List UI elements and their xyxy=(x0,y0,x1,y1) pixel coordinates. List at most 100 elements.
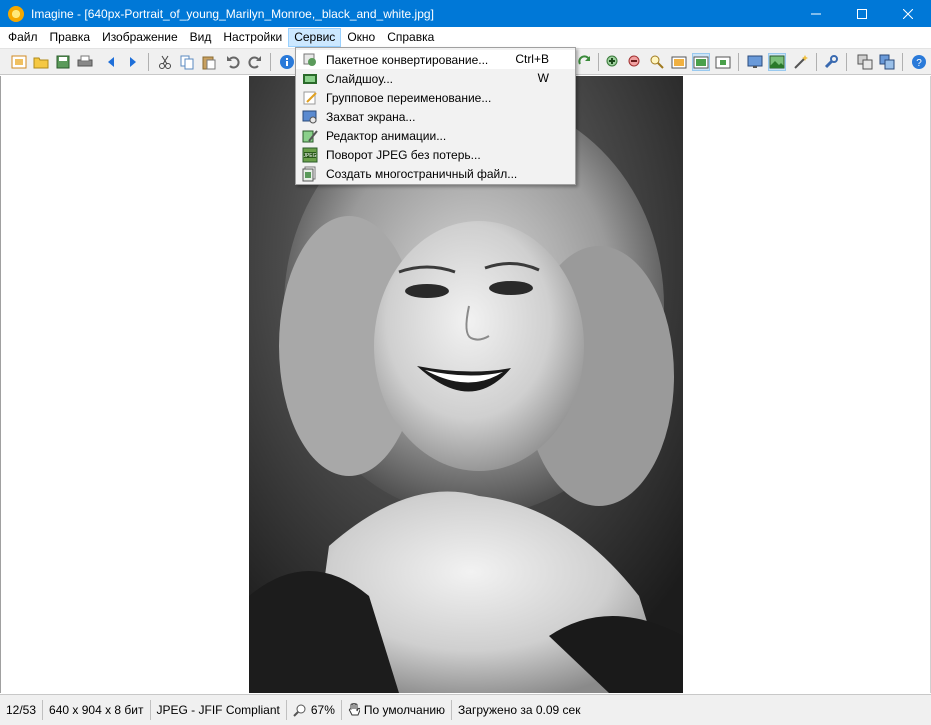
screen-capture-icon xyxy=(302,109,318,125)
image-index: 12/53 xyxy=(0,700,44,720)
actual-size-icon xyxy=(715,56,731,69)
scissors-icon xyxy=(159,55,171,69)
toolbar-separator xyxy=(148,53,149,71)
fit-window-button[interactable] xyxy=(670,53,688,71)
print-icon xyxy=(77,55,93,67)
menu-item-label: Редактор анимации... xyxy=(326,128,447,143)
save-icon xyxy=(56,55,70,69)
redo-icon xyxy=(248,56,261,69)
menu-item-shortcut: W xyxy=(537,71,549,85)
window-title: Imagine - [640px-Portrait_of_young_Maril… xyxy=(31,6,434,21)
status-bar: 12/53 640 x 904 x 8 бит JPEG - JFIF Comp… xyxy=(0,694,931,725)
toolbar-separator xyxy=(738,53,739,71)
menu-edit[interactable]: Правка xyxy=(44,28,97,47)
title-bar: Imagine - [640px-Portrait_of_young_Maril… xyxy=(0,0,931,27)
menu-item-batch-convert[interactable]: Пакетное конвертирование... Ctrl+B xyxy=(296,50,575,69)
menu-item-label: Групповое переименование... xyxy=(326,90,492,105)
menu-item-label: Поворот JPEG без потерь... xyxy=(326,147,481,162)
refresh-icon xyxy=(578,55,590,65)
menu-item-screen-capture[interactable]: Захват экрана... xyxy=(296,107,575,126)
maximize-button[interactable] xyxy=(839,0,885,27)
menu-item-label: Слайдшоу... xyxy=(326,71,394,86)
close-button[interactable] xyxy=(885,0,931,27)
info-button[interactable] xyxy=(278,53,296,71)
tile-icon xyxy=(879,54,895,70)
minimize-icon xyxy=(811,13,821,14)
arrow-right-icon xyxy=(130,57,136,67)
zoom-out-button[interactable] xyxy=(626,53,644,71)
menu-window[interactable]: Окно xyxy=(341,28,381,47)
svg-text:?: ? xyxy=(916,58,922,69)
svg-text:JPEG: JPEG xyxy=(303,153,316,159)
previous-button[interactable] xyxy=(102,53,120,71)
animation-editor-icon xyxy=(302,128,318,144)
menu-settings[interactable]: Настройки xyxy=(217,28,288,47)
menu-view[interactable]: Вид xyxy=(184,28,218,47)
new-window-icon xyxy=(11,55,27,69)
load-time: Загружено за 0.09 сек xyxy=(458,703,581,717)
zoom-in-button[interactable] xyxy=(604,53,622,71)
refresh-button[interactable] xyxy=(576,53,594,71)
help-icon: ? xyxy=(912,55,926,69)
undo-button[interactable] xyxy=(224,53,242,71)
print-button[interactable] xyxy=(76,53,94,71)
zoom-level-cell: 67% xyxy=(287,700,342,720)
toolbar-separator xyxy=(816,53,817,71)
windows-icon xyxy=(857,54,873,70)
menu-item-multipage-file[interactable]: Создать многостраничный файл... xyxy=(296,164,575,183)
toolbar-separator xyxy=(270,53,271,71)
view-mode-button[interactable] xyxy=(768,53,786,71)
options-button[interactable] xyxy=(822,53,840,71)
menu-item-shortcut: Ctrl+B xyxy=(515,52,549,66)
arrow-left-icon xyxy=(108,57,114,67)
toolbar-separator xyxy=(846,53,847,71)
duplicate-window-button[interactable] xyxy=(856,53,874,71)
redo-button[interactable] xyxy=(246,53,264,71)
menu-service[interactable]: Сервис xyxy=(288,28,342,47)
info-icon xyxy=(280,55,294,69)
magnifier-icon xyxy=(293,703,307,717)
open-folder-icon xyxy=(33,57,49,69)
copy-button[interactable] xyxy=(178,53,196,71)
menu-item-jpeg-lossless-rotate[interactable]: JPEG Поворот JPEG без потерь... xyxy=(296,145,575,164)
paste-button[interactable] xyxy=(200,53,218,71)
menu-item-label: Создать многостраничный файл... xyxy=(326,166,518,181)
multipage-file-icon xyxy=(302,166,318,182)
fullscreen-button[interactable] xyxy=(746,53,764,71)
zoom-level: 67% xyxy=(310,703,335,717)
help-button[interactable]: ? xyxy=(910,53,928,71)
menu-help[interactable]: Справка xyxy=(381,28,440,47)
menu-image[interactable]: Изображение xyxy=(96,28,184,47)
menu-bar: Файл Правка Изображение Вид Настройки Се… xyxy=(0,27,931,48)
display-mode-cell: По умолчанию xyxy=(342,700,453,720)
zoom-out-icon xyxy=(628,55,640,67)
menu-item-animation-editor[interactable]: Редактор анимации... xyxy=(296,126,575,145)
menu-item-slideshow[interactable]: Слайдшоу... W xyxy=(296,69,575,88)
new-window-button[interactable] xyxy=(10,53,28,71)
batch-convert-icon xyxy=(302,52,318,68)
copy-icon xyxy=(180,55,194,70)
magic-wand-icon xyxy=(794,55,808,69)
open-button[interactable] xyxy=(32,53,50,71)
menu-file[interactable]: Файл xyxy=(2,28,44,47)
app-sun-icon xyxy=(8,5,24,22)
actual-size-button[interactable] xyxy=(714,53,732,71)
service-menu-dropdown: Пакетное конвертирование... Ctrl+B Слайд… xyxy=(295,47,576,185)
next-button[interactable] xyxy=(124,53,142,71)
menu-item-batch-rename[interactable]: Групповое переименование... xyxy=(296,88,575,107)
tile-windows-button[interactable] xyxy=(878,53,896,71)
fit-window-icon xyxy=(671,56,687,69)
menu-item-label: Пакетное конвертирование... xyxy=(326,52,489,67)
maximize-icon xyxy=(857,8,867,19)
close-icon xyxy=(903,8,913,19)
minimize-button[interactable] xyxy=(793,0,839,27)
effects-button[interactable] xyxy=(792,53,810,71)
magnifier-icon xyxy=(650,55,664,69)
slideshow-icon xyxy=(302,71,318,87)
cut-button[interactable] xyxy=(156,53,174,71)
save-button[interactable] xyxy=(54,53,72,71)
toolbar-separator xyxy=(598,53,599,71)
jpeg-lossless-rotate-icon: JPEG xyxy=(302,147,318,163)
fit-image-button[interactable] xyxy=(692,53,710,71)
zoom-button[interactable] xyxy=(648,53,666,71)
